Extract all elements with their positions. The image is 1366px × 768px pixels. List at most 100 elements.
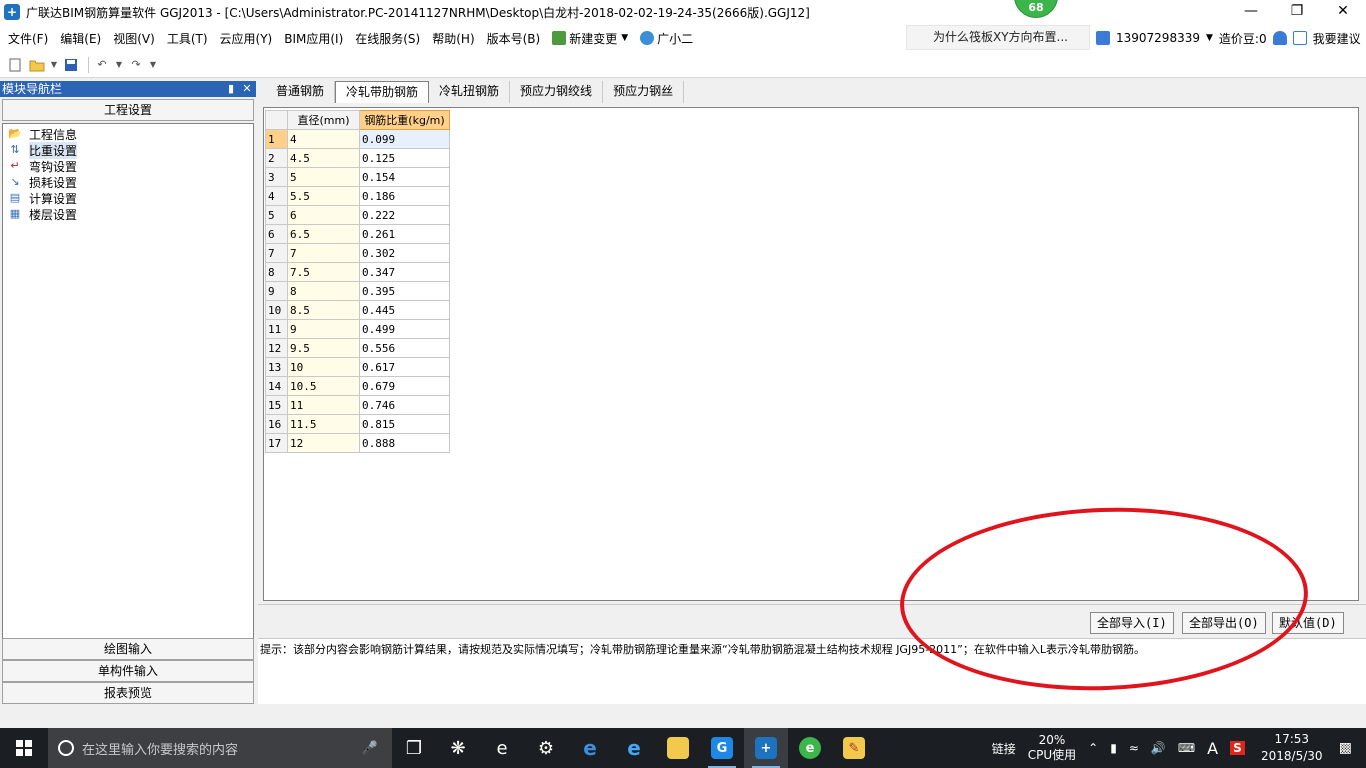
nav-section-single-component[interactable]: 单构件输入 xyxy=(2,660,254,682)
new-file-icon[interactable] xyxy=(6,56,24,74)
save-icon[interactable] xyxy=(62,56,80,74)
table-row[interactable]: 14 10.5 0.679 xyxy=(265,376,450,396)
table-row[interactable]: 9 8 0.395 xyxy=(265,281,450,301)
tree-item-project-info[interactable]: 📂 工程信息 xyxy=(7,126,249,142)
wifi-icon[interactable]: ≈ xyxy=(1129,741,1139,755)
pin-icon[interactable]: ▮ xyxy=(224,81,238,97)
settings-notify-icon[interactable]: ⚙ xyxy=(524,728,568,768)
weight-cell[interactable]: 0.617 xyxy=(359,357,450,377)
table-row[interactable]: 16 11.5 0.815 xyxy=(265,414,450,434)
close-icon[interactable]: ✕ xyxy=(240,81,254,97)
chevron-down-icon[interactable]: ▼ xyxy=(50,56,58,74)
diameter-cell[interactable]: 7.5 xyxy=(287,262,360,282)
table-row[interactable]: 11 9 0.499 xyxy=(265,319,450,339)
redo-icon[interactable]: ↷ xyxy=(127,56,145,74)
table-row[interactable]: 8 7.5 0.347 xyxy=(265,262,450,282)
table-row[interactable]: 10 8.5 0.445 xyxy=(265,300,450,320)
weight-cell[interactable]: 0.261 xyxy=(359,224,450,244)
nav-section-project-settings[interactable]: 工程设置 xyxy=(2,99,254,121)
table-row[interactable]: 2 4.5 0.125 xyxy=(265,148,450,168)
tab-prestressed-strand[interactable]: 预应力钢绞线 xyxy=(510,81,604,103)
ime-indicator[interactable]: A xyxy=(1207,739,1218,758)
weight-cell[interactable]: 0.746 xyxy=(359,395,450,415)
menu-cloud[interactable]: 云应用(Y) xyxy=(216,30,277,47)
tab-cold-rolled-twisted[interactable]: 冷轧扭钢筋 xyxy=(429,81,511,103)
export-all-button[interactable]: 全部导出(O) xyxy=(1182,612,1266,634)
diameter-cell[interactable]: 11 xyxy=(287,395,360,415)
table-row[interactable]: 5 6 0.222 xyxy=(265,205,450,225)
weight-cell[interactable]: 0.099 xyxy=(359,129,450,149)
tab-cold-rolled-ribbed[interactable]: 冷轧带肋钢筋 xyxy=(335,81,430,103)
coins-label[interactable]: 造价豆:0 xyxy=(1219,30,1267,47)
column-header-weight[interactable]: 钢筋比重(kg/m) xyxy=(359,110,450,130)
diameter-cell[interactable]: 10.5 xyxy=(287,376,360,396)
user-phone[interactable]: 13907298339 xyxy=(1116,31,1200,45)
open-folder-icon[interactable] xyxy=(28,56,46,74)
cpu-usage[interactable]: 20% CPU使用 xyxy=(1028,733,1076,763)
table-row[interactable]: 4 5.5 0.186 xyxy=(265,186,450,206)
import-all-button[interactable]: 全部导入(I) xyxy=(1090,612,1174,634)
bell-icon[interactable] xyxy=(1272,31,1287,45)
weight-cell[interactable]: 0.679 xyxy=(359,376,450,396)
diameter-cell[interactable]: 9 xyxy=(287,319,360,339)
diameter-cell[interactable]: 8.5 xyxy=(287,300,360,320)
diameter-cell[interactable]: 5 xyxy=(287,167,360,187)
undo-icon[interactable]: ↶ xyxy=(93,56,111,74)
nav-section-report-preview[interactable]: 报表预览 xyxy=(2,682,254,704)
feedback-link[interactable]: 我要建议 xyxy=(1313,30,1361,47)
tab-prestressed-wire[interactable]: 预应力钢丝 xyxy=(603,81,685,103)
column-header-diameter[interactable]: 直径(mm) xyxy=(287,110,360,130)
microphone-icon[interactable]: 🎤 xyxy=(362,741,378,756)
green-app-icon[interactable]: e xyxy=(788,728,832,768)
glodon-ggj-icon[interactable]: + xyxy=(744,728,788,768)
tree-item-floor-settings[interactable]: ▦ 楼层设置 xyxy=(7,206,249,222)
keyboard-icon[interactable]: ⌨ xyxy=(1178,741,1195,755)
taskbar-search[interactable]: 在这里输入你要搜索的内容 🎤 xyxy=(48,728,392,768)
edge-legacy-icon[interactable]: e xyxy=(480,728,524,768)
menu-tools[interactable]: 工具(T) xyxy=(163,30,212,47)
close-icon[interactable]: ✕ xyxy=(1320,0,1366,22)
weight-cell[interactable]: 0.395 xyxy=(359,281,450,301)
diameter-cell[interactable]: 8 xyxy=(287,281,360,301)
edge-browser-icon[interactable]: e xyxy=(568,728,612,768)
menu-file[interactable]: 文件(F) xyxy=(4,30,52,47)
menu-edit[interactable]: 编辑(E) xyxy=(56,30,105,47)
diameter-cell[interactable]: 7 xyxy=(287,243,360,263)
weight-cell[interactable]: 0.125 xyxy=(359,148,450,168)
chevron-down-icon[interactable]: ▼ xyxy=(149,56,157,74)
menu-bim[interactable]: BIM应用(I) xyxy=(280,30,347,47)
fan-app-icon[interactable]: ❋ xyxy=(436,728,480,768)
weight-cell[interactable]: 0.556 xyxy=(359,338,450,358)
table-row[interactable]: 15 11 0.746 xyxy=(265,395,450,415)
weight-cell[interactable]: 0.186 xyxy=(359,186,450,206)
sogou-ime-icon[interactable]: S xyxy=(1230,741,1245,755)
menu-help[interactable]: 帮助(H) xyxy=(428,30,478,47)
diameter-cell[interactable]: 6.5 xyxy=(287,224,360,244)
task-view-icon[interactable]: ❐ xyxy=(392,728,436,768)
new-change-menu[interactable]: 新建变更 ▼ xyxy=(548,30,632,47)
weight-cell[interactable]: 0.815 xyxy=(359,414,450,434)
table-row[interactable]: 3 5 0.154 xyxy=(265,167,450,187)
tray-link[interactable]: 链接 xyxy=(992,740,1016,757)
battery-icon[interactable]: ▮ xyxy=(1110,741,1117,755)
weight-cell[interactable]: 0.154 xyxy=(359,167,450,187)
diameter-cell[interactable]: 5.5 xyxy=(287,186,360,206)
ie-browser-icon[interactable]: e xyxy=(612,728,656,768)
table-row[interactable]: 6 6.5 0.261 xyxy=(265,224,450,244)
minimize-icon[interactable]: — xyxy=(1228,0,1274,22)
tree-item-calc-settings[interactable]: ▤ 计算设置 xyxy=(7,190,249,206)
glodon-g-icon[interactable]: G xyxy=(700,728,744,768)
weight-cell[interactable]: 0.222 xyxy=(359,205,450,225)
chevron-up-icon[interactable]: ⌃ xyxy=(1088,741,1098,755)
diameter-cell[interactable]: 11.5 xyxy=(287,414,360,434)
diameter-cell[interactable]: 6 xyxy=(287,205,360,225)
volume-icon[interactable]: 🔊 xyxy=(1151,741,1166,755)
default-values-button[interactable]: 默认值(D) xyxy=(1272,612,1344,634)
weight-cell[interactable]: 0.499 xyxy=(359,319,450,339)
notification-center-icon[interactable]: ▩ xyxy=(1339,740,1352,756)
chevron-down-icon[interactable]: ▼ xyxy=(115,56,123,74)
tree-item-hook-settings[interactable]: ↵ 弯钩设置 xyxy=(7,158,249,174)
start-button[interactable] xyxy=(0,728,48,768)
notes-app-icon[interactable]: ✎ xyxy=(832,728,876,768)
nav-section-drawing-input[interactable]: 绘图输入 xyxy=(2,638,254,660)
